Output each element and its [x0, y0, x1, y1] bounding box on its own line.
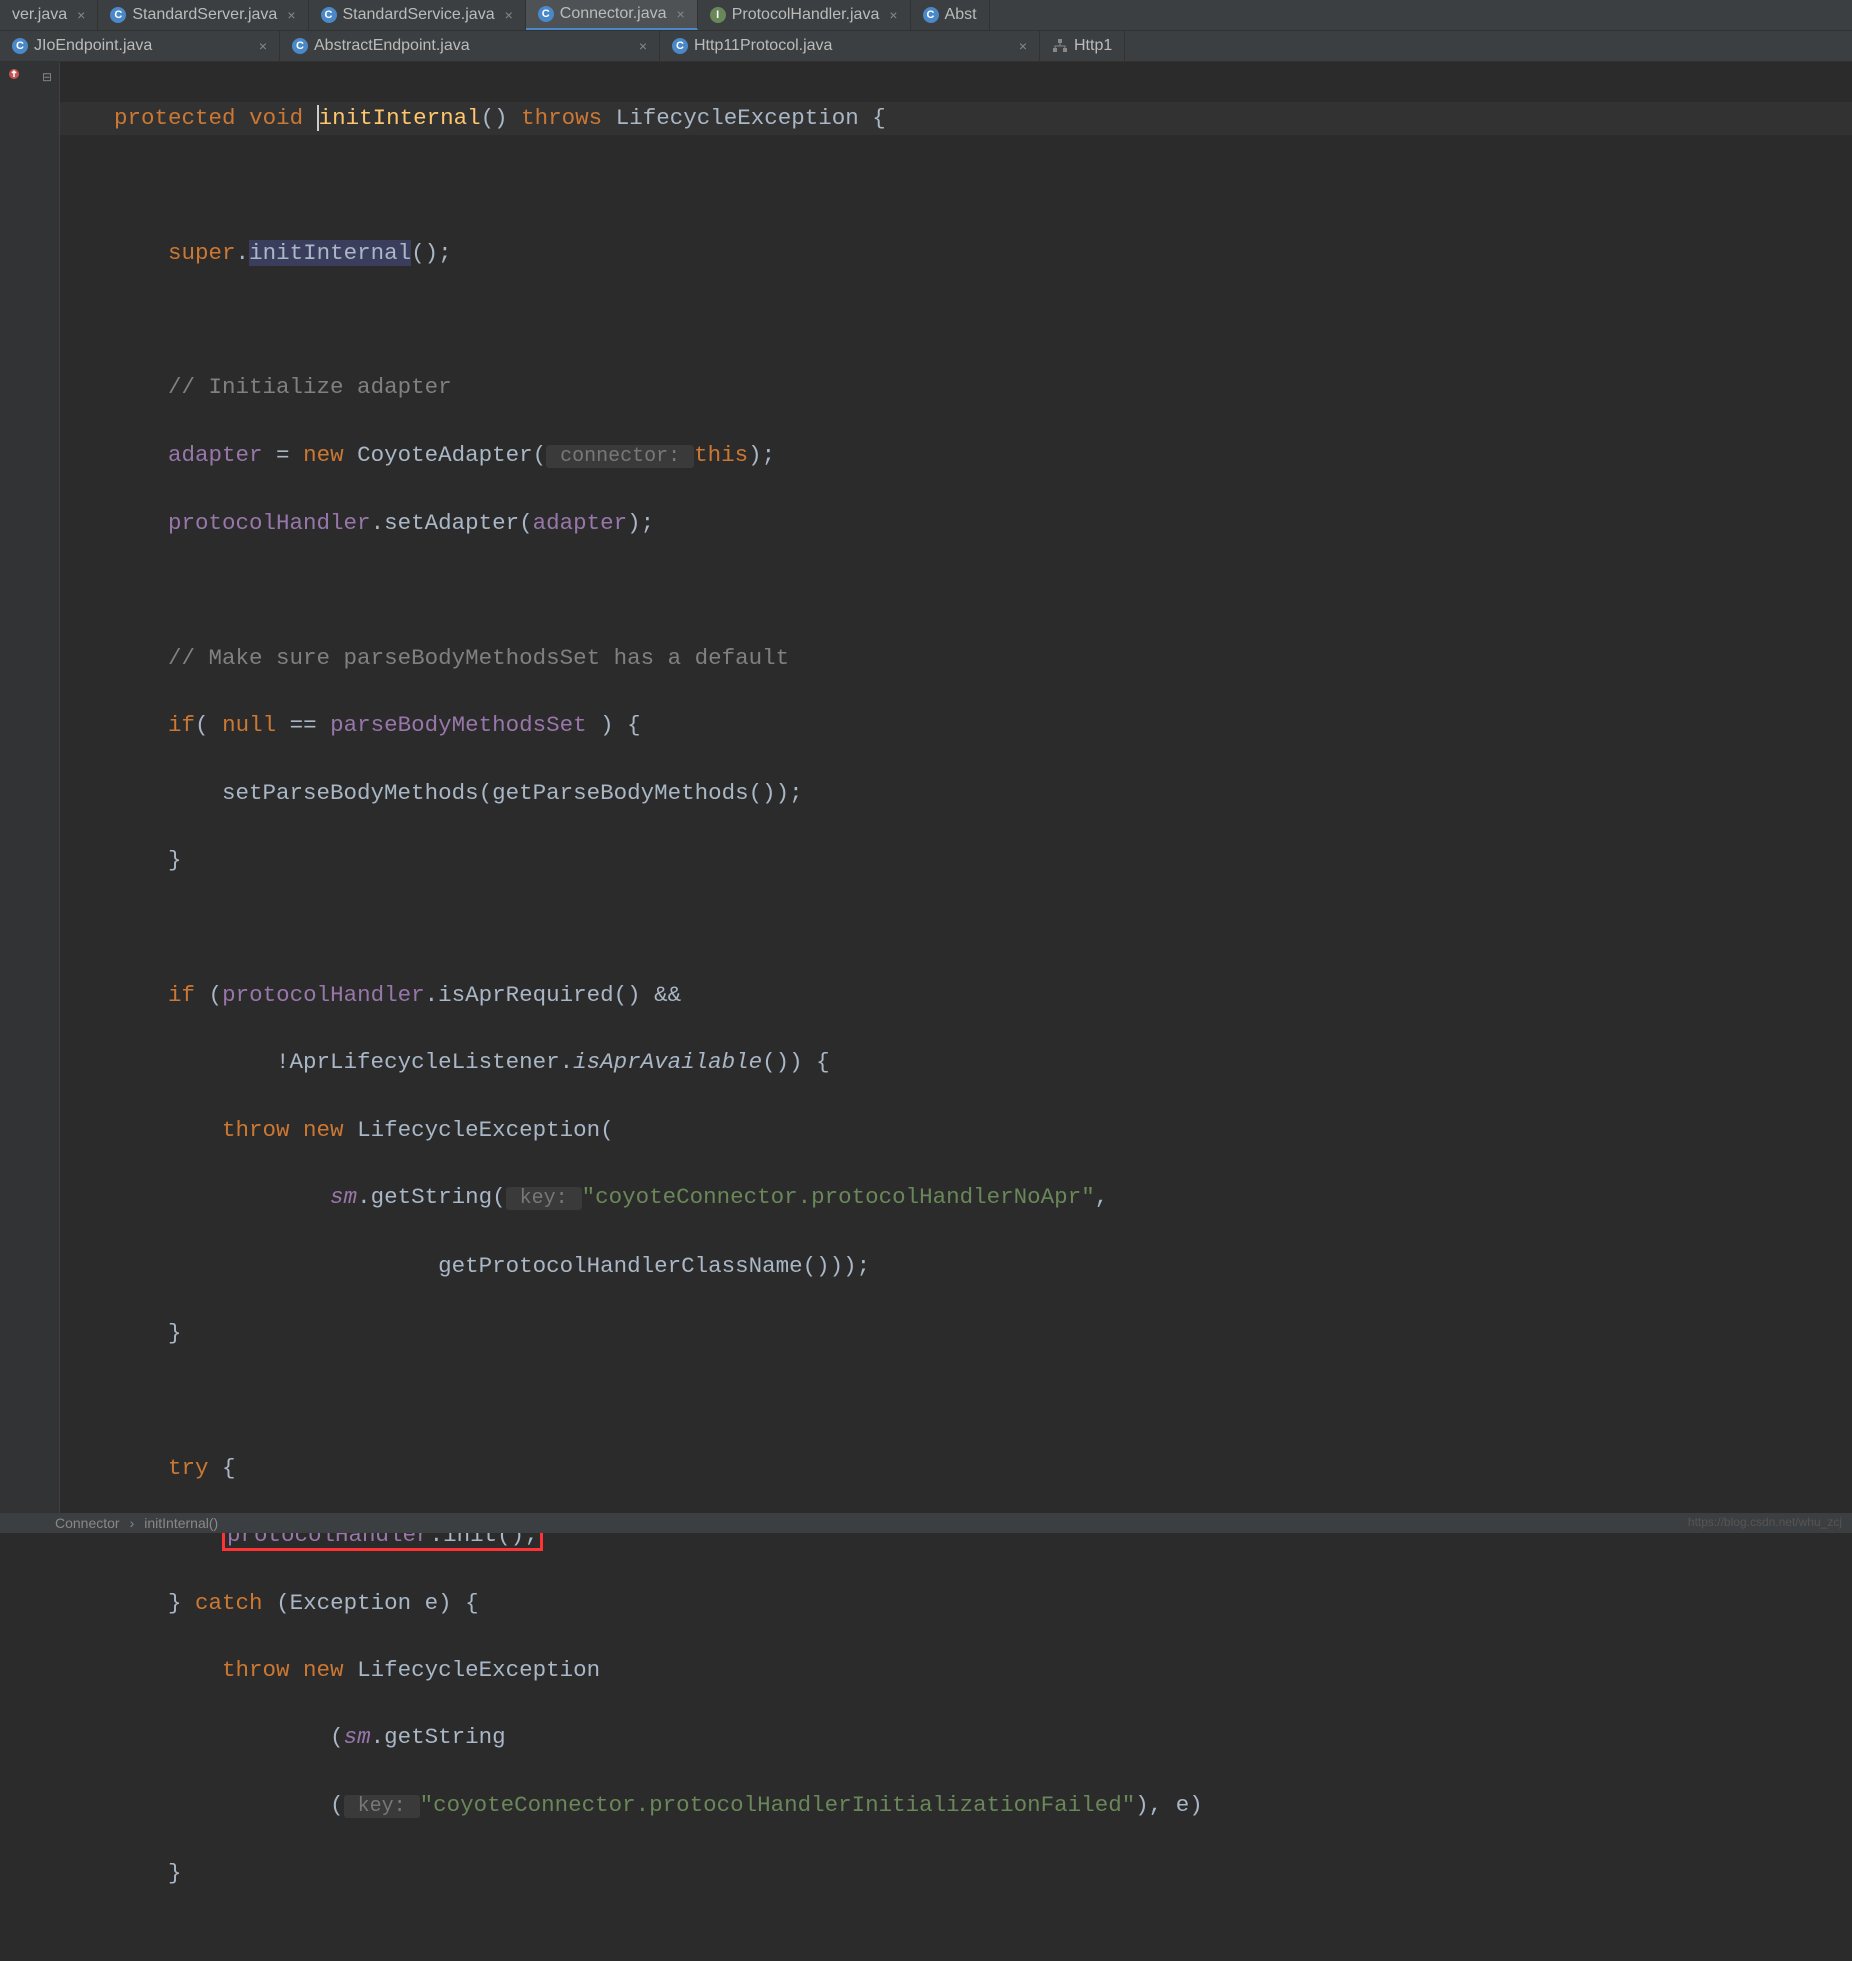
code-line: ( key: "coyoteConnector.protocolHandlerI… — [60, 1789, 1852, 1824]
code-line: } — [60, 844, 1852, 878]
code-line: } — [60, 1317, 1852, 1351]
code-line: if (protocolHandler.isAprRequired() && — [60, 979, 1852, 1013]
watermark: https://blog.csdn.net/whu_zcj — [1688, 1515, 1842, 1529]
class-icon: C — [12, 38, 28, 54]
tab-standardserver[interactable]: C StandardServer.java × — [98, 0, 308, 30]
tab-jioendpoint[interactable]: C JIoEndpoint.java × — [0, 31, 280, 61]
editor-tabs-row-1: ver.java × C StandardServer.java × C Sta… — [0, 0, 1852, 31]
editor-area[interactable]: ⊟ protected void initInternal() throws L… — [0, 62, 1852, 1513]
code-line: super.initInternal(); — [60, 237, 1852, 271]
tab-http11protocol[interactable]: C Http11Protocol.java × — [660, 31, 1040, 61]
close-icon[interactable]: × — [677, 6, 685, 22]
class-icon: C — [672, 38, 688, 54]
code-line: (sm.getString — [60, 1721, 1852, 1755]
tab-label: JIoEndpoint.java — [34, 37, 152, 55]
code-line — [60, 912, 1852, 946]
tab-label: ver.java — [12, 6, 67, 24]
tab-abstractendpoint[interactable]: C AbstractEndpoint.java × — [280, 31, 660, 61]
code-line: adapter = new CoyoteAdapter( connector: … — [60, 439, 1852, 474]
editor-tabs-row-2: C JIoEndpoint.java × C AbstractEndpoint.… — [0, 31, 1852, 62]
code-line: // Initialize adapter — [60, 371, 1852, 405]
code-line — [60, 1384, 1852, 1418]
class-icon: C — [292, 38, 308, 54]
close-icon[interactable]: × — [77, 7, 85, 23]
code-line: setParseBodyMethods(getParseBodyMethods(… — [60, 777, 1852, 811]
code-line: } — [60, 1857, 1852, 1891]
code-line — [60, 304, 1852, 338]
tab-label: StandardService.java — [343, 6, 495, 24]
code-line — [60, 169, 1852, 203]
code-line: !AprLifecycleListener.isAprAvailable()) … — [60, 1046, 1852, 1080]
gutter: ⊟ — [0, 62, 60, 1513]
code-line: throw new LifecycleException( — [60, 1114, 1852, 1148]
class-icon: C — [110, 7, 126, 23]
override-icon[interactable] — [8, 68, 20, 80]
close-icon[interactable]: × — [889, 7, 897, 23]
code-line: protected void initInternal() throws Lif… — [60, 102, 1852, 136]
close-icon[interactable]: × — [505, 7, 513, 23]
code-line: throw new LifecycleException — [60, 1654, 1852, 1688]
code-line: try { — [60, 1452, 1852, 1486]
code-line: protocolHandler.setAdapter(adapter); — [60, 507, 1852, 541]
tab-http1[interactable]: Http1 — [1040, 31, 1125, 61]
tab-label: Http1 — [1074, 37, 1112, 55]
tab-protocolhandler[interactable]: I ProtocolHandler.java × — [698, 0, 911, 30]
breadcrumb-separator: › — [130, 1515, 135, 1531]
close-icon[interactable]: × — [639, 38, 647, 54]
class-icon: C — [321, 7, 337, 23]
tab-label: StandardServer.java — [132, 6, 277, 24]
code-line: getProtocolHandlerClassName())); — [60, 1250, 1852, 1284]
code-line — [60, 575, 1852, 609]
class-icon: C — [923, 7, 939, 23]
code-line: // Make sure parseBodyMethodsSet has a d… — [60, 642, 1852, 676]
code-content[interactable]: protected void initInternal() throws Lif… — [60, 62, 1852, 1961]
tab-ver[interactable]: ver.java × — [0, 0, 98, 30]
tab-abst[interactable]: C Abst — [911, 0, 990, 30]
tab-label: Abst — [945, 6, 977, 24]
tab-standardservice[interactable]: C StandardService.java × — [309, 0, 526, 30]
structure-icon — [1052, 38, 1068, 54]
close-icon[interactable]: × — [259, 38, 267, 54]
tab-label: Connector.java — [560, 5, 667, 23]
close-icon[interactable]: × — [1019, 38, 1027, 54]
code-line: if( null == parseBodyMethodsSet ) { — [60, 709, 1852, 743]
tab-label: Http11Protocol.java — [694, 37, 832, 55]
breadcrumb-class[interactable]: Connector — [55, 1515, 120, 1531]
code-line: sm.getString( key: "coyoteConnector.prot… — [60, 1181, 1852, 1216]
tab-label: ProtocolHandler.java — [732, 6, 880, 24]
tab-label: AbstractEndpoint.java — [314, 37, 470, 55]
code-line: } catch (Exception e) { — [60, 1587, 1852, 1621]
breadcrumb[interactable]: Connector › initInternal() — [0, 1513, 1852, 1533]
close-icon[interactable]: × — [287, 7, 295, 23]
breadcrumb-method[interactable]: initInternal() — [144, 1515, 218, 1531]
interface-icon: I — [710, 7, 726, 23]
tab-connector[interactable]: C Connector.java × — [526, 0, 698, 30]
class-icon: C — [538, 6, 554, 22]
fold-icon[interactable]: ⊟ — [42, 70, 52, 85]
